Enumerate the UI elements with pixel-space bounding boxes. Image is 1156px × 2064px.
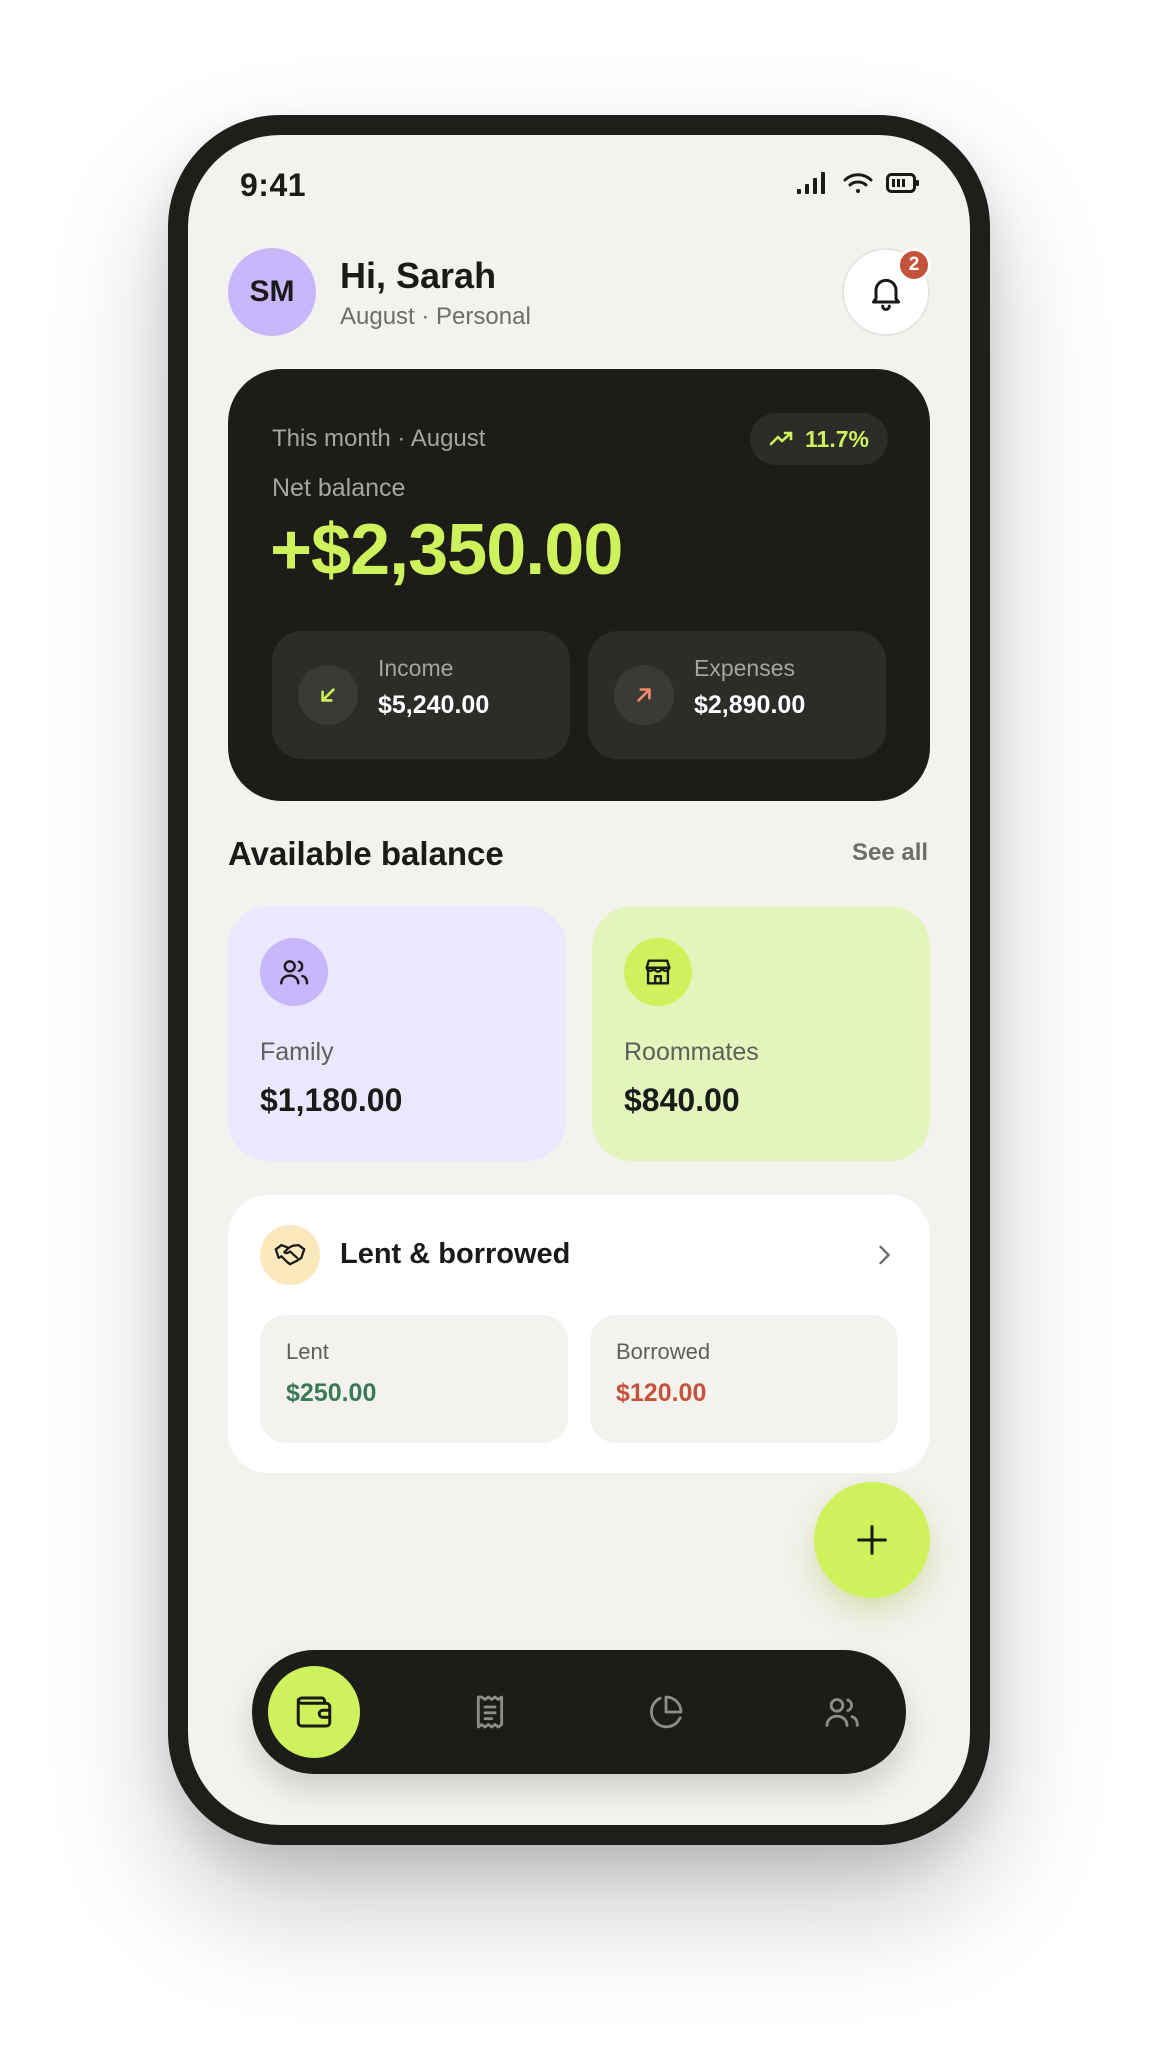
lent-value: $250.00 [286,1379,377,1407]
handshake-icon [260,1225,320,1285]
income-card[interactable]: Income $5,240.00 [272,631,570,759]
trend-badge: 11.7% [750,413,888,465]
lent-borrowed-title: Lent & borrowed [340,1238,571,1270]
greeting-title: Hi, Sarah [340,255,497,296]
borrowed-label: Borrowed [616,1339,711,1364]
family-value: $1,180.00 [260,1082,403,1118]
net-balance-amount: +$2,350.00 [270,510,623,590]
wallet-icon [293,1691,335,1733]
see-all-link[interactable]: See all [852,839,928,867]
users-icon [260,938,328,1006]
borrowed-box[interactable]: Borrowed $120.00 [590,1315,898,1443]
roommates-value: $840.00 [624,1082,740,1118]
nav-stats[interactable] [620,1666,712,1758]
bottom-nav [252,1650,906,1774]
add-button[interactable] [814,1482,930,1598]
nav-receipts[interactable] [444,1666,536,1758]
trend-up-icon [769,429,795,449]
pie-chart-icon [646,1692,686,1732]
expenses-label: Expenses [694,655,796,681]
income-label: Income [378,655,454,681]
nav-wallet[interactable] [268,1666,360,1758]
greeting-subtitle: August · Personal [340,303,531,330]
receipt-icon [470,1692,510,1732]
family-balance-card[interactable]: Family $1,180.00 [228,906,566,1161]
users-icon [822,1692,862,1732]
status-time: 9:41 [240,167,307,203]
lent-label: Lent [286,1339,329,1364]
app-screen: 9:41 SM Hi, Sarah August · Personal 2 Th… [188,135,970,1825]
income-value: $5,240.00 [378,691,490,719]
trend-value: 11.7% [805,425,869,452]
plus-icon [852,1520,892,1560]
arrow-up-right-icon [614,665,674,725]
wifi-icon [842,171,874,195]
status-icons [796,171,920,195]
lent-borrowed-card[interactable]: Lent & borrowed Lent $250.00 Borrowed $1… [228,1195,930,1473]
roommates-label: Roommates [624,1038,759,1066]
signal-icon [796,171,830,195]
expenses-value: $2,890.00 [694,691,806,719]
store-icon [624,938,692,1006]
net-period: This month · August [272,425,486,452]
nav-people[interactable] [796,1666,888,1758]
family-label: Family [260,1038,334,1066]
net-balance-label: Net balance [272,474,406,502]
expenses-card[interactable]: Expenses $2,890.00 [588,631,886,759]
chevron-right-icon[interactable] [870,1241,898,1269]
lent-box[interactable]: Lent $250.00 [260,1315,568,1443]
roommates-balance-card[interactable]: Roommates $840.00 [592,906,930,1161]
avatar[interactable]: SM [228,248,316,336]
available-balance-title: Available balance [228,835,504,872]
arrow-down-left-icon [298,665,358,725]
net-balance-card: This month · August 11.7% Net balance +$… [228,369,930,801]
bell-icon [866,272,906,312]
battery-icon [886,172,920,194]
borrowed-value: $120.00 [616,1379,707,1407]
notification-badge: 2 [897,248,931,282]
